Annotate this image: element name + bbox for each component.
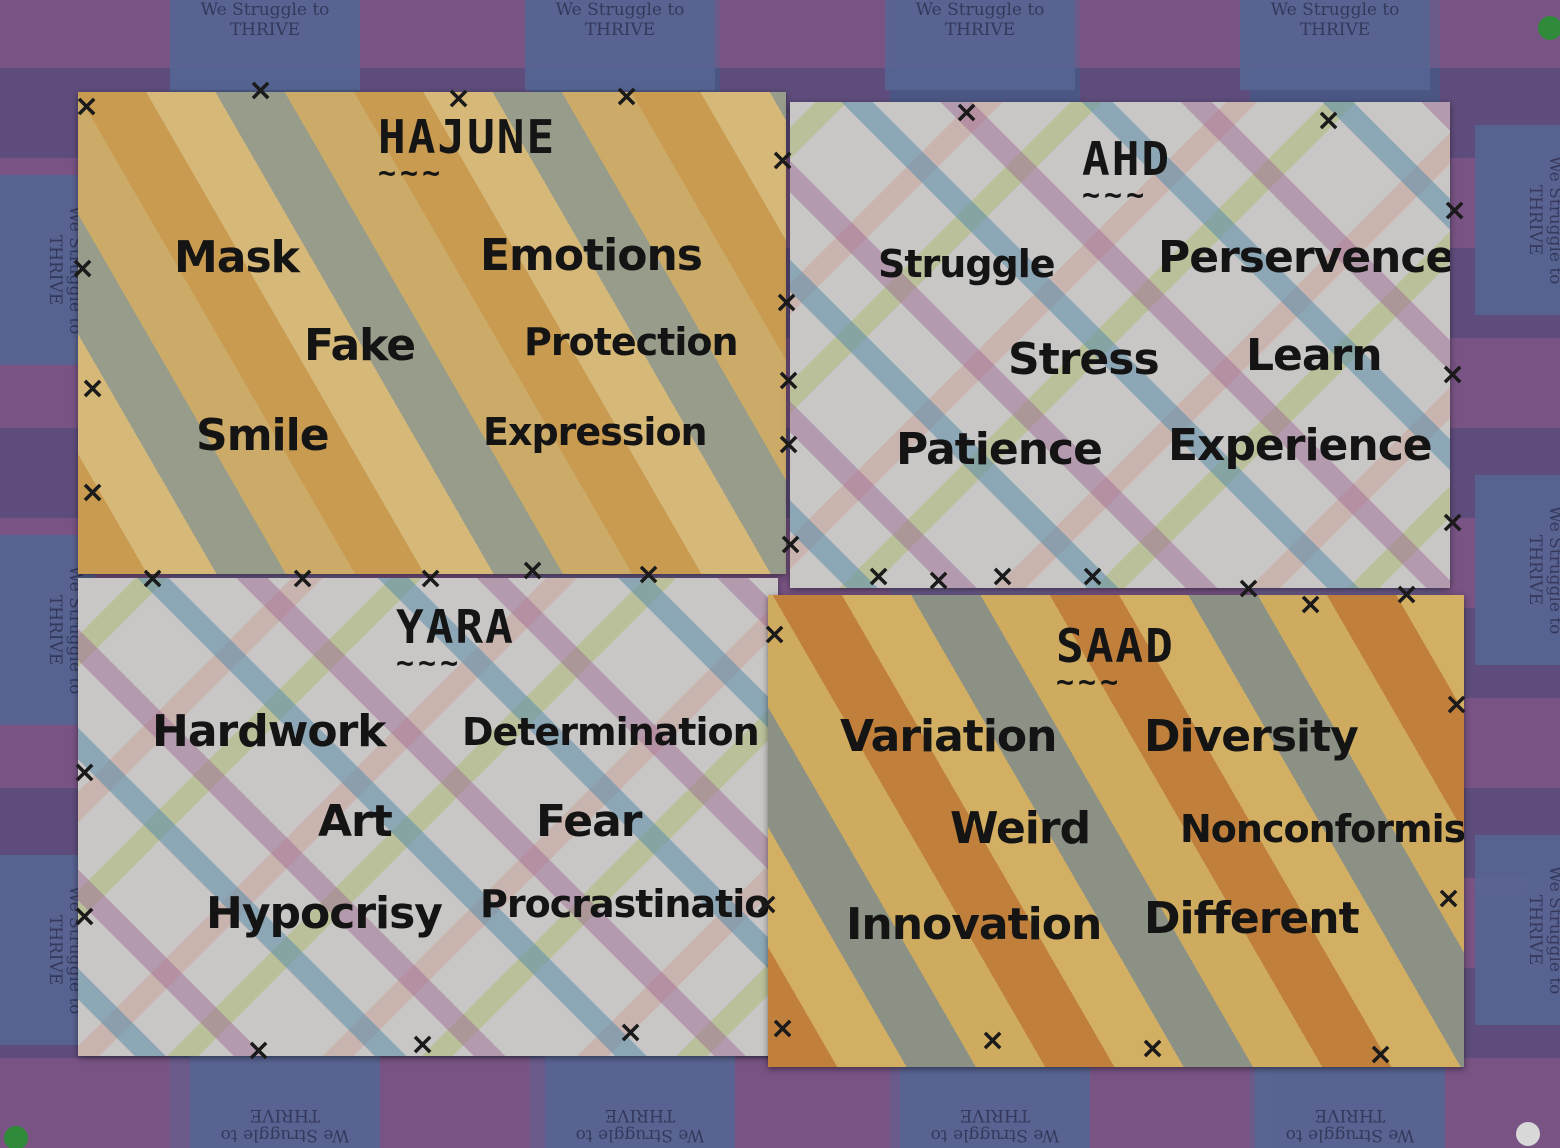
bg-tile: We Struggle to THRIVE [900,1055,1090,1148]
pushpin-icon [1516,1122,1540,1146]
card-ahd: AHD Struggle Perservence Stress Learn Pa… [790,102,1450,588]
card-word: Determination [462,710,760,754]
card-title: SAAD [1056,619,1175,700]
stitch-x-icon: × [1298,587,1324,622]
card-word: Fear [536,796,643,847]
stitch-x-icon: × [1080,559,1106,594]
card-word: Expression [483,410,708,454]
stitch-x-icon: × [636,557,662,592]
stitch-x-icon: × [774,285,800,320]
stitch-x-icon: × [246,1033,272,1068]
card-word: Perservence [1158,232,1450,283]
card-word: Smile [196,410,330,461]
stitch-x-icon: × [1394,577,1420,612]
stitch-x-icon: × [770,143,796,178]
stitch-x-icon: × [614,79,640,114]
stitch-x-icon: × [140,561,166,596]
stitch-x-icon: × [866,559,892,594]
stitch-x-icon: × [290,561,316,596]
card-title: AHD [1082,132,1171,213]
stitch-x-icon: × [1236,571,1262,606]
card-title: HAJUNE [378,110,556,191]
stitch-x-icon: × [776,427,802,462]
bg-tile: We Struggle to THRIVE [525,0,715,90]
card-word: Innovation [846,899,1102,950]
stitch-x-icon: × [618,1015,644,1050]
stitch-x-icon: × [770,1011,796,1046]
card-word: Experience [1168,420,1433,471]
bg-tile: We Struggle to THRIVE [1240,0,1430,90]
stitch-x-icon: × [72,899,98,934]
stitch-x-icon: × [1368,1037,1394,1072]
card-word: Variation [840,711,1057,762]
stitch-x-icon: × [72,755,98,790]
bg-tile: We Struggle to THRIVE [545,1055,735,1148]
stitch-x-icon: × [954,95,980,130]
stitch-x-icon: × [1440,505,1466,540]
card-word: Weird [950,803,1091,854]
stitch-x-icon: × [754,887,780,922]
bg-tile: We Struggle to THRIVE [885,0,1075,90]
stitch-x-icon: × [1444,687,1470,722]
card-word: Mask [174,232,300,283]
card-word: Art [318,796,393,847]
bg-tile: We Struggle to THRIVE [1475,475,1560,665]
card-word: Different [1144,893,1360,944]
card-word: Learn [1246,330,1383,381]
card-word: Nonconformism [1180,807,1464,851]
card-word: Emotions [480,230,703,281]
stitch-x-icon: × [926,563,952,598]
card-word: Protection [524,320,739,364]
stitch-x-icon: × [1316,103,1342,138]
bg-tile: We Struggle to THRIVE [190,1055,380,1148]
card-word: Stress [1008,334,1160,385]
stitch-x-icon: × [80,371,106,406]
stitch-x-icon: × [520,553,546,588]
stitch-x-icon: × [1440,357,1466,392]
stitch-x-icon: × [74,89,100,124]
card-word: Diversity [1144,711,1359,762]
stitch-x-icon: × [70,251,96,286]
stitch-x-icon: × [418,561,444,596]
stitch-x-icon: × [980,1023,1006,1058]
card-word: Fake [304,320,416,371]
stitch-x-icon: × [446,81,472,116]
stitch-x-icon: × [778,527,804,562]
bg-tile: We Struggle to THRIVE [1475,125,1560,315]
stitch-x-icon: × [990,559,1016,594]
card-word: Procrastination [480,882,778,926]
stitch-x-icon: × [762,617,788,652]
stitch-x-icon: × [410,1027,436,1062]
pushpin-icon [4,1126,28,1148]
stitch-x-icon: × [1442,193,1468,228]
stitch-x-icon: × [776,363,802,398]
stitch-x-icon: × [80,475,106,510]
card-word: Hardwork [152,706,387,757]
bg-tile: We Struggle to THRIVE [1255,1055,1445,1148]
card-word: Hypocrisy [206,888,443,939]
card-title: YARA [396,600,515,681]
bg-tile: We Struggle to THRIVE [1475,835,1560,1025]
stitch-x-icon: × [248,73,274,108]
card-word: Struggle [878,242,1056,286]
pushpin-icon [1538,16,1560,40]
card-saad: SAAD Variation Diversity Weird Nonconfor… [768,595,1464,1067]
card-yara: YARA Hardwork Determination Art Fear Hyp… [78,578,778,1056]
stitch-x-icon: × [1140,1031,1166,1066]
stitch-x-icon: × [1436,881,1462,916]
card-word: Patience [896,424,1103,475]
card-hajune: HAJUNE Mask Emotions Fake Protection Smi… [78,92,786,574]
